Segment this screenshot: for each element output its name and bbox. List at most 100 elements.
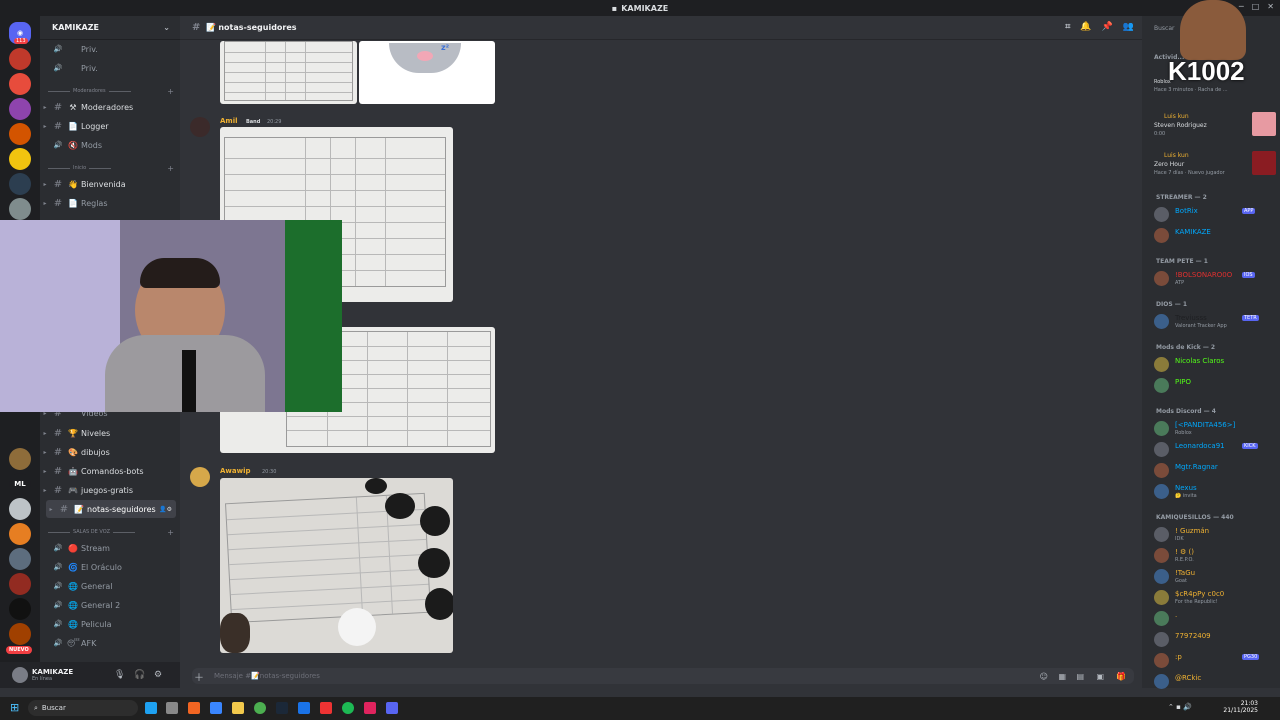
tray-icons[interactable]: ⌃ ▪ 🔊 <box>1168 703 1192 711</box>
avatar[interactable] <box>190 117 210 137</box>
voice-channel[interactable]: 🔊 🌐 General <box>40 577 180 595</box>
attachment-image[interactable] <box>220 41 357 104</box>
server-icon[interactable] <box>9 448 31 470</box>
discord-icon[interactable] <box>386 702 398 714</box>
member-item[interactable]: Treviusss TETR Valorant Tracker App <box>1154 313 1278 331</box>
gift-icon[interactable]: 🎁 <box>1116 672 1126 681</box>
windows-start-icon[interactable]: ⊞ <box>10 701 19 714</box>
voice-channel[interactable]: 🔊 🔇 Mods <box>40 136 180 154</box>
server-header[interactable]: KAMIKAZE ⌄ <box>40 16 180 40</box>
apps-icon[interactable]: ▦ <box>1058 672 1066 681</box>
voice-channel[interactable]: 🔊 🔴 Stream <box>40 539 180 557</box>
add-channel-icon[interactable]: + <box>167 87 174 96</box>
gif-icon[interactable]: ▤ <box>1076 672 1084 681</box>
server-icon[interactable] <box>9 98 31 120</box>
text-channel[interactable]: ▸ # 📄 Logger <box>40 117 180 135</box>
server-icon[interactable] <box>9 73 31 95</box>
app-icon[interactable] <box>298 702 310 714</box>
headphones-icon[interactable]: 🎧 <box>134 670 145 680</box>
attachment-image[interactable]: z² <box>359 41 495 104</box>
channel-category[interactable]: Moderadores + <box>48 86 178 96</box>
sticker-icon[interactable]: ▣ <box>1096 672 1104 681</box>
server-icon[interactable] <box>9 123 31 145</box>
server-icon[interactable] <box>9 48 31 70</box>
text-channel[interactable]: ▸ # 📝 notas-seguidores 👤⚙ <box>46 500 176 518</box>
member-item[interactable]: !TaGu Goat <box>1154 568 1278 586</box>
voice-channel[interactable]: 🔊 🌐 Pelicula <box>40 615 180 633</box>
avatar[interactable] <box>190 467 210 487</box>
server-icon[interactable] <box>9 598 31 620</box>
member-item[interactable]: [<PANDITA456>] Roblox <box>1154 420 1278 438</box>
avatar[interactable] <box>12 667 28 683</box>
server-icon[interactable] <box>9 523 31 545</box>
pin-icon[interactable]: 📌 <box>1102 22 1113 32</box>
voice-channel[interactable]: 🔊 Priv. <box>40 59 180 77</box>
add-channel-icon[interactable]: + <box>167 528 174 537</box>
text-channel[interactable]: ▸ # 🤖 Comandos-bots <box>40 462 180 480</box>
member-item[interactable]: Nexus 🤔 invita <box>1154 483 1278 501</box>
folder-icon[interactable] <box>210 702 222 714</box>
activity-item[interactable]: Luis kun Steven Rodriguez 0:00 <box>1154 112 1278 142</box>
member-item[interactable]: . <box>1154 610 1278 628</box>
chrome-icon[interactable] <box>254 702 266 714</box>
add-attachment-icon[interactable]: ＋ <box>194 669 204 684</box>
explorer-icon[interactable] <box>232 702 244 714</box>
bell-icon[interactable]: 🔔 <box>1080 22 1091 32</box>
mic-icon[interactable]: 🎙 <box>114 670 125 680</box>
message-input[interactable]: Mensaje #📝notas-seguidores <box>214 672 320 680</box>
text-channel[interactable]: ▸ # 👋 Bienvenida <box>40 175 180 193</box>
message-author[interactable]: Amil <box>220 117 238 125</box>
threads-icon[interactable]: ⌗ <box>1065 22 1070 32</box>
server-icon[interactable] <box>9 173 31 195</box>
emoji-icon[interactable]: ☺ <box>1040 672 1048 681</box>
taskbar-search[interactable]: ⌕ Buscar <box>28 700 138 716</box>
member-item[interactable]: :p PG30 <box>1154 652 1278 670</box>
member-item[interactable]: Leonardoca91 KICK <box>1154 441 1278 459</box>
member-item[interactable]: Nicolas Claros <box>1154 356 1278 374</box>
channel-category[interactable]: Inicio + <box>48 163 178 173</box>
voice-channel[interactable]: 🔊 🌐 General 2 <box>40 596 180 614</box>
member-item[interactable]: 77972409 <box>1154 631 1278 649</box>
app-icon[interactable] <box>166 702 178 714</box>
text-channel[interactable]: ▸ # 🎨 dibujos <box>40 443 180 461</box>
edge-icon[interactable] <box>145 702 157 714</box>
voice-channel[interactable]: 🔊 😴 AFK <box>40 634 180 652</box>
text-channel[interactable]: ▸ # 🎮 juegos-gratis <box>40 481 180 499</box>
member-item[interactable]: KAMIKAZE <box>1154 227 1278 245</box>
text-channel[interactable]: ▸ # 📄 Reglas <box>40 194 180 212</box>
member-list-icon[interactable]: 👥 <box>1123 22 1134 32</box>
add-channel-icon[interactable]: + <box>167 164 174 173</box>
voice-channel[interactable]: 🔊 Priv. <box>40 40 180 58</box>
spotify-icon[interactable] <box>342 702 354 714</box>
chevron-down-icon[interactable]: ⌄ <box>163 23 170 32</box>
message-composer[interactable]: ＋ Mensaje #📝notas-seguidores 🎁 ▣ ▤ ▦ ☺ <box>192 668 1134 684</box>
text-channel[interactable]: ▸ # 🏆 Niveles <box>40 424 180 442</box>
member-item[interactable]: $cR4pPy c0c0 For the Republic! <box>1154 589 1278 607</box>
attachment-image[interactable] <box>220 478 453 653</box>
tiktok-icon[interactable] <box>364 702 376 714</box>
steam-icon[interactable] <box>276 702 288 714</box>
text-channel[interactable]: ▸ # ⚒ Moderadores <box>40 98 180 116</box>
message-author[interactable]: Awawip <box>220 467 251 475</box>
member-item[interactable]: PIPO <box>1154 377 1278 395</box>
server-icon[interactable] <box>9 498 31 520</box>
member-item[interactable]: @RCkic <box>1154 673 1278 691</box>
server-icon[interactable] <box>9 148 31 170</box>
member-item[interactable]: !BOLSONARO0O IOS ATP <box>1154 270 1278 288</box>
member-item[interactable]: BotRix APP <box>1154 206 1278 224</box>
channel-category[interactable]: SALAS DE VOZ + <box>48 527 178 537</box>
server-icon[interactable] <box>9 623 31 645</box>
member-item[interactable]: ! Guzmán IDK <box>1154 526 1278 544</box>
channel-settings-icon[interactable]: 👤⚙ <box>159 506 172 513</box>
server-icon[interactable] <box>9 198 31 220</box>
app-icon[interactable] <box>320 702 332 714</box>
activity-item[interactable]: Luis kun Zero Hour Hace 7 días · Nuevo j… <box>1154 151 1278 181</box>
voice-channel[interactable]: 🔊 🌀 El Oráculo <box>40 558 180 576</box>
gear-icon[interactable]: ⚙ <box>154 670 162 680</box>
server-icon[interactable] <box>9 573 31 595</box>
member-item[interactable]: Mgtr.Ragnar <box>1154 462 1278 480</box>
server-label[interactable]: ML <box>9 473 31 495</box>
server-icon[interactable] <box>9 548 31 570</box>
app-icon[interactable] <box>188 702 200 714</box>
member-item[interactable]: ! ⚙ () R.E.P.O. <box>1154 547 1278 565</box>
